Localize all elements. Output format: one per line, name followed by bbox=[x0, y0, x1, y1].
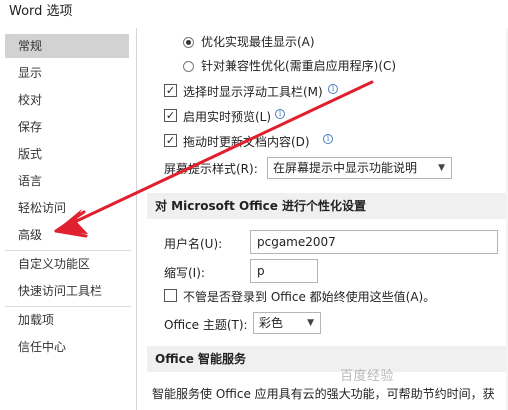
sidebar-item-trust-center[interactable]: 信任中心 bbox=[5, 335, 129, 359]
sidebar-item-typography[interactable]: 版式 bbox=[5, 142, 129, 166]
radio-optimize-display[interactable] bbox=[183, 37, 194, 48]
username-label: 用户名(U): bbox=[164, 237, 223, 251]
sidebar-divider bbox=[5, 250, 131, 251]
radio-optimize-display-label: 优化实现最佳显示(A) bbox=[201, 35, 315, 49]
watermark: 百度经验 bbox=[340, 369, 395, 384]
radio-compatibility-label: 针对兼容性优化(需重启应用程序)(C) bbox=[201, 59, 397, 73]
sidebar-item-customize-ribbon[interactable]: 自定义功能区 bbox=[5, 252, 129, 276]
checkbox-mini-toolbar-label: 选择时显示浮动工具栏(M) bbox=[183, 85, 323, 99]
sidebar-item-advanced[interactable]: 高级 bbox=[5, 223, 129, 247]
checkbox-live-preview[interactable]: ✓ bbox=[164, 109, 177, 122]
office-theme-label: Office 主题(T): bbox=[164, 318, 248, 332]
sidebar-item-general[interactable]: 常规 bbox=[5, 34, 129, 58]
sidebar-item-accessibility[interactable]: 轻松访问 bbox=[5, 196, 129, 220]
intelligent-services-description: 智能服务使 Office 应用具有云的强大功能，可帮助节约时间，获 bbox=[152, 387, 495, 401]
intelligent-services-heading: Office 智能服务 bbox=[147, 346, 508, 372]
sidebar-item-quick-access-toolbar[interactable]: 快速访问工具栏 bbox=[5, 279, 129, 303]
screentip-style-select[interactable]: 在屏幕提示中显示功能说明 ▼ bbox=[267, 157, 452, 179]
screentip-style-label: 屏幕提示样式(R): bbox=[164, 162, 258, 176]
checkbox-mini-toolbar[interactable]: ✓ bbox=[164, 84, 177, 97]
checkbox-always-use-label: 不管是否登录到 Office 都始终使用这些值(A)。 bbox=[183, 290, 436, 304]
checkbox-update-drag-label: 拖动时更新文档内容(D) bbox=[183, 135, 310, 149]
checkbox-update-drag[interactable]: ✓ bbox=[164, 134, 177, 147]
checkbox-always-use[interactable] bbox=[164, 289, 177, 302]
description-overflow-line bbox=[152, 402, 272, 410]
chevron-down-icon: ▼ bbox=[307, 318, 314, 328]
chevron-down-icon: ▼ bbox=[438, 163, 445, 173]
initials-label: 缩写(I): bbox=[164, 266, 205, 280]
office-theme-value: 彩色 bbox=[259, 316, 284, 330]
sidebar-item-proofing[interactable]: 校对 bbox=[5, 88, 129, 112]
sidebar: 常规 显示 校对 保存 版式 语言 轻松访问 高级 自定义功能区 快速访问工具栏… bbox=[0, 28, 137, 410]
sidebar-item-add-ins[interactable]: 加载项 bbox=[5, 308, 129, 332]
personalize-section-heading: 对 Microsoft Office 进行个性化设置 bbox=[147, 193, 508, 219]
sidebar-item-save[interactable]: 保存 bbox=[5, 115, 129, 139]
username-input[interactable]: pcgame2007 bbox=[250, 230, 498, 254]
radio-compatibility[interactable] bbox=[183, 61, 194, 72]
info-icon[interactable]: i bbox=[275, 109, 285, 119]
checkbox-live-preview-label: 启用实时预览(L) bbox=[183, 110, 272, 124]
office-theme-select[interactable]: 彩色 ▼ bbox=[253, 312, 321, 334]
sidebar-item-language[interactable]: 语言 bbox=[5, 169, 129, 193]
info-icon[interactable]: i bbox=[323, 134, 333, 144]
options-content: 优化实现最佳显示(A) 针对兼容性优化(需重启应用程序)(C) ✓ 选择时显示浮… bbox=[137, 28, 508, 410]
info-icon[interactable]: i bbox=[328, 84, 338, 94]
sidebar-item-display[interactable]: 显示 bbox=[5, 61, 129, 85]
sidebar-divider bbox=[5, 306, 131, 307]
title-bar: Word 选项 bbox=[0, 0, 508, 28]
initials-input[interactable]: p bbox=[250, 259, 318, 283]
screentip-style-value: 在屏幕提示中显示功能说明 bbox=[273, 161, 418, 175]
window-title: Word 选项 bbox=[9, 4, 73, 19]
